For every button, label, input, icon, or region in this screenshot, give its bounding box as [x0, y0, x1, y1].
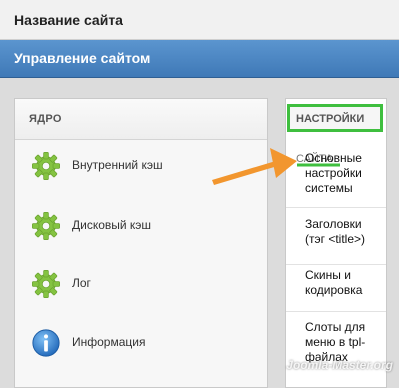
arrow-icon — [212, 148, 297, 185]
annotation-overlay — [212, 148, 340, 185]
watermark: Joomla-Master.org — [286, 358, 393, 372]
